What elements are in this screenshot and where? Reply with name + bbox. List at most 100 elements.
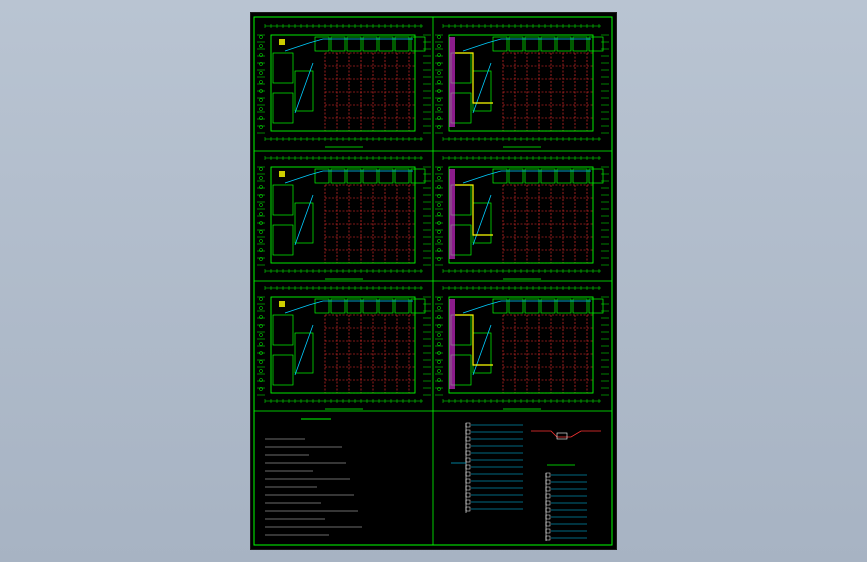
- axis-bubble: [259, 360, 263, 364]
- room: [272, 52, 294, 84]
- system-diagram-block: [451, 422, 601, 541]
- breaker-symbol: [545, 528, 551, 534]
- axis-bubble: [437, 176, 441, 180]
- room: [588, 298, 604, 314]
- breaker-symbol: [465, 429, 471, 435]
- floor-plan-2: [435, 24, 609, 148]
- axis-bubble: [437, 35, 441, 39]
- breaker-symbol: [545, 479, 551, 485]
- equipment-symbol: [279, 39, 285, 45]
- axis-bubble: [259, 80, 263, 84]
- axis-bubble: [437, 212, 441, 216]
- cable-run: [472, 194, 492, 246]
- room: [588, 168, 604, 184]
- axis-bubble: [259, 239, 263, 243]
- axis-bubble: [259, 333, 263, 337]
- cable-run: [294, 324, 314, 376]
- floor-plan-1: [257, 24, 431, 148]
- breaker-symbol: [465, 422, 471, 428]
- room: [410, 298, 426, 314]
- axis-bubble: [437, 230, 441, 234]
- breaker-symbol: [465, 457, 471, 463]
- corridor-outline: [455, 314, 493, 366]
- design-notes-block: [265, 418, 362, 536]
- breaker-symbol: [465, 492, 471, 498]
- breaker-symbol: [545, 500, 551, 506]
- cable-run: [472, 62, 492, 114]
- breaker-symbol: [545, 507, 551, 513]
- axis-bubble: [259, 167, 263, 171]
- axis-bubble: [437, 333, 441, 337]
- cable-run: [284, 38, 413, 52]
- breaker-symbol: [545, 472, 551, 478]
- corridor-outline: [455, 52, 493, 104]
- axis-bubble: [437, 98, 441, 102]
- room: [410, 168, 426, 184]
- drawing-canvas[interactable]: [251, 13, 616, 549]
- distribution-box: [556, 432, 568, 440]
- cable-run: [462, 38, 591, 52]
- breaker-symbol: [465, 478, 471, 484]
- axis-bubble: [437, 167, 441, 171]
- corridor-outline: [455, 184, 493, 236]
- axis-bubble: [259, 71, 263, 75]
- room: [272, 314, 294, 346]
- breaker-symbol: [545, 486, 551, 492]
- axis-bubble: [259, 176, 263, 180]
- breaker-symbol: [465, 485, 471, 491]
- breaker-symbol: [545, 493, 551, 499]
- breaker-symbol: [465, 464, 471, 470]
- equipment-symbol: [279, 301, 285, 307]
- highlight-column: [449, 37, 455, 127]
- riser-diagram: [531, 430, 601, 438]
- axis-bubble: [259, 203, 263, 207]
- floor-plan-3: [257, 156, 431, 280]
- axis-bubble: [437, 369, 441, 373]
- floor-plan-5: [257, 286, 431, 410]
- cable-run: [462, 170, 591, 184]
- breaker-symbol: [465, 443, 471, 449]
- drawing-sheet[interactable]: [251, 13, 616, 549]
- breaker-symbol: [465, 499, 471, 505]
- axis-bubble: [259, 35, 263, 39]
- breaker-symbol: [465, 450, 471, 456]
- highlight-column: [449, 299, 455, 389]
- axis-bubble: [259, 230, 263, 234]
- room: [272, 92, 294, 124]
- axis-bubble: [259, 212, 263, 216]
- axis-bubble: [437, 297, 441, 301]
- axis-bubble: [259, 369, 263, 373]
- breaker-symbol: [545, 535, 551, 541]
- axis-bubble: [259, 98, 263, 102]
- axis-bubble: [259, 107, 263, 111]
- axis-bubble: [259, 306, 263, 310]
- axis-bubble: [437, 360, 441, 364]
- axis-bubble: [437, 342, 441, 346]
- cable-run: [294, 194, 314, 246]
- axis-bubble: [437, 80, 441, 84]
- axis-bubble: [259, 297, 263, 301]
- cable-run: [284, 170, 413, 184]
- axis-bubble: [437, 203, 441, 207]
- cable-run: [472, 324, 492, 376]
- breaker-symbol: [545, 514, 551, 520]
- room: [272, 354, 294, 386]
- cable-run: [284, 300, 413, 314]
- cable-run: [462, 300, 591, 314]
- floor-plan-6: [435, 286, 609, 410]
- breaker-symbol: [465, 436, 471, 442]
- axis-bubble: [437, 71, 441, 75]
- equipment-symbol: [279, 171, 285, 177]
- room: [410, 36, 426, 52]
- highlight-column: [449, 169, 455, 259]
- axis-bubble: [437, 239, 441, 243]
- axis-bubble: [259, 44, 263, 48]
- room: [588, 36, 604, 52]
- room: [272, 184, 294, 216]
- breaker-symbol: [465, 506, 471, 512]
- axis-bubble: [259, 342, 263, 346]
- axis-bubble: [437, 44, 441, 48]
- cable-run: [294, 62, 314, 114]
- axis-bubble: [437, 107, 441, 111]
- cad-viewport[interactable]: [0, 0, 867, 562]
